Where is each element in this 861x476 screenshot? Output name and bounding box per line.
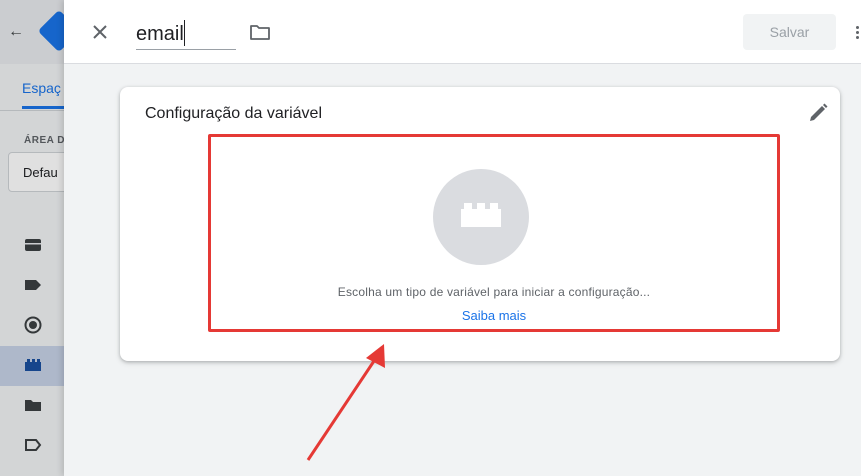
background-dim-overlay (0, 0, 64, 476)
variable-name-input[interactable] (136, 18, 236, 50)
variable-editor-panel: Salvar Configuração da variável Escolha … (64, 0, 861, 476)
annotation-arrow (306, 344, 385, 461)
learn-more-link[interactable]: Saiba mais (208, 308, 780, 323)
save-button[interactable]: Salvar (743, 14, 836, 50)
variable-type-chooser[interactable]: Escolha um tipo de variável para iniciar… (208, 134, 780, 332)
variable-type-placeholder (433, 169, 529, 265)
editor-header: Salvar (64, 0, 861, 64)
text-cursor (184, 20, 185, 46)
more-vert-icon[interactable] (854, 18, 861, 46)
choose-type-prompt: Escolha um tipo de variável para iniciar… (337, 285, 651, 299)
folder-icon[interactable] (248, 20, 272, 44)
lego-block-icon (461, 203, 501, 227)
card-title: Configuração da variável (145, 105, 322, 122)
pencil-icon[interactable] (806, 101, 830, 125)
variable-config-card: Configuração da variável Escolha um tipo… (120, 87, 840, 361)
close-icon[interactable] (88, 20, 112, 44)
